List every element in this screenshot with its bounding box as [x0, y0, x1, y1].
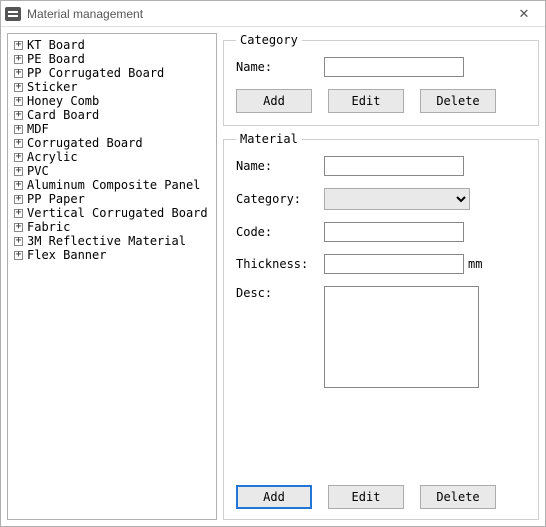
tree-item-label: Fabric — [27, 220, 70, 234]
tree-item[interactable]: + Vertical Corrugated Board — [10, 206, 214, 220]
expand-icon[interactable]: + — [14, 41, 23, 50]
expand-icon[interactable]: + — [14, 251, 23, 260]
material-code-input[interactable] — [324, 222, 464, 242]
titlebar: Material management ✕ — [1, 1, 545, 27]
material-edit-button[interactable]: Edit — [328, 485, 404, 509]
tree-item-label: Corrugated Board — [27, 136, 143, 150]
expand-icon[interactable]: + — [14, 181, 23, 190]
material-code-label: Code: — [236, 225, 324, 239]
tree-item[interactable]: + KT Board — [10, 38, 214, 52]
tree-item[interactable]: + Card Board — [10, 108, 214, 122]
app-icon — [5, 7, 21, 21]
material-desc-label: Desc: — [236, 286, 324, 300]
expand-icon[interactable]: + — [14, 111, 23, 120]
tree-item-label: PE Board — [27, 52, 85, 66]
expand-icon[interactable]: + — [14, 209, 23, 218]
tree-item-label: KT Board — [27, 38, 85, 52]
material-category-select[interactable] — [324, 188, 470, 210]
category-legend: Category — [236, 33, 302, 47]
expand-icon[interactable]: + — [14, 237, 23, 246]
tree-item[interactable]: + PP Corrugated Board — [10, 66, 214, 80]
category-add-button[interactable]: Add — [236, 89, 312, 113]
material-name-label: Name: — [236, 159, 324, 173]
category-name-label: Name: — [236, 60, 324, 74]
tree-item[interactable]: + MDF — [10, 122, 214, 136]
tree-item[interactable]: + PE Board — [10, 52, 214, 66]
expand-icon[interactable]: + — [14, 139, 23, 148]
material-delete-button[interactable]: Delete — [420, 485, 496, 509]
category-edit-button[interactable]: Edit — [328, 89, 404, 113]
window-title: Material management — [27, 7, 509, 21]
tree-item-label: Acrylic — [27, 150, 78, 164]
expand-icon[interactable]: + — [14, 83, 23, 92]
body: + KT Board + PE Board + PP Corrugated Board + S… — [1, 27, 545, 526]
tree-item-label: Honey Comb — [27, 94, 99, 108]
material-add-button[interactable]: Add — [236, 485, 312, 509]
expand-icon[interactable]: + — [14, 153, 23, 162]
material-desc-input[interactable] — [324, 286, 479, 388]
expand-icon[interactable]: + — [14, 195, 23, 204]
tree-item[interactable]: + Acrylic — [10, 150, 214, 164]
material-thickness-label: Thickness: — [236, 257, 324, 271]
tree-item[interactable]: + Honey Comb — [10, 94, 214, 108]
tree-item-label: Vertical Corrugated Board — [27, 206, 208, 220]
right-panel: Category Name: Add Edit Delete Material … — [223, 33, 539, 520]
category-tree[interactable]: + KT Board + PE Board + PP Corrugated Board + S… — [7, 33, 217, 520]
material-thickness-unit: mm — [468, 257, 482, 271]
category-delete-button[interactable]: Delete — [420, 89, 496, 113]
window: Material management ✕ + KT Board + PE Board… — [0, 0, 546, 527]
expand-icon[interactable]: + — [14, 69, 23, 78]
tree-item-label: PP Corrugated Board — [27, 66, 164, 80]
tree-item-label: Aluminum Composite Panel — [27, 178, 200, 192]
expand-icon[interactable]: + — [14, 97, 23, 106]
tree-item-label: MDF — [27, 122, 49, 136]
tree-item[interactable]: + PP Paper — [10, 192, 214, 206]
tree-item[interactable]: + Corrugated Board — [10, 136, 214, 150]
category-name-input[interactable] — [324, 57, 464, 77]
material-legend: Material — [236, 132, 302, 146]
tree-item-label: PP Paper — [27, 192, 85, 206]
tree-item[interactable]: + PVC — [10, 164, 214, 178]
expand-icon[interactable]: + — [14, 55, 23, 64]
tree-item[interactable]: + Fabric — [10, 220, 214, 234]
expand-icon[interactable]: + — [14, 125, 23, 134]
tree-item-label: PVC — [27, 164, 49, 178]
expand-icon[interactable]: + — [14, 167, 23, 176]
material-category-label: Category: — [236, 192, 324, 206]
tree-item[interactable]: +3M Reflective Material — [10, 234, 214, 248]
close-icon[interactable]: ✕ — [509, 3, 539, 25]
category-group: Category Name: Add Edit Delete — [223, 33, 539, 126]
tree-item[interactable]: + Aluminum Composite Panel — [10, 178, 214, 192]
tree-item-label: Flex Banner — [27, 248, 106, 262]
tree-item-label: Card Board — [27, 108, 99, 122]
expand-icon[interactable]: + — [14, 223, 23, 232]
tree-item-label: 3M Reflective Material — [27, 234, 186, 248]
tree-item[interactable]: + Sticker — [10, 80, 214, 94]
tree-item[interactable]: + Flex Banner — [10, 248, 214, 262]
tree-item-label: Sticker — [27, 80, 78, 94]
material-name-input[interactable] — [324, 156, 464, 176]
material-group: Material Name: Category: Code: — [223, 132, 539, 520]
material-thickness-input[interactable] — [324, 254, 464, 274]
